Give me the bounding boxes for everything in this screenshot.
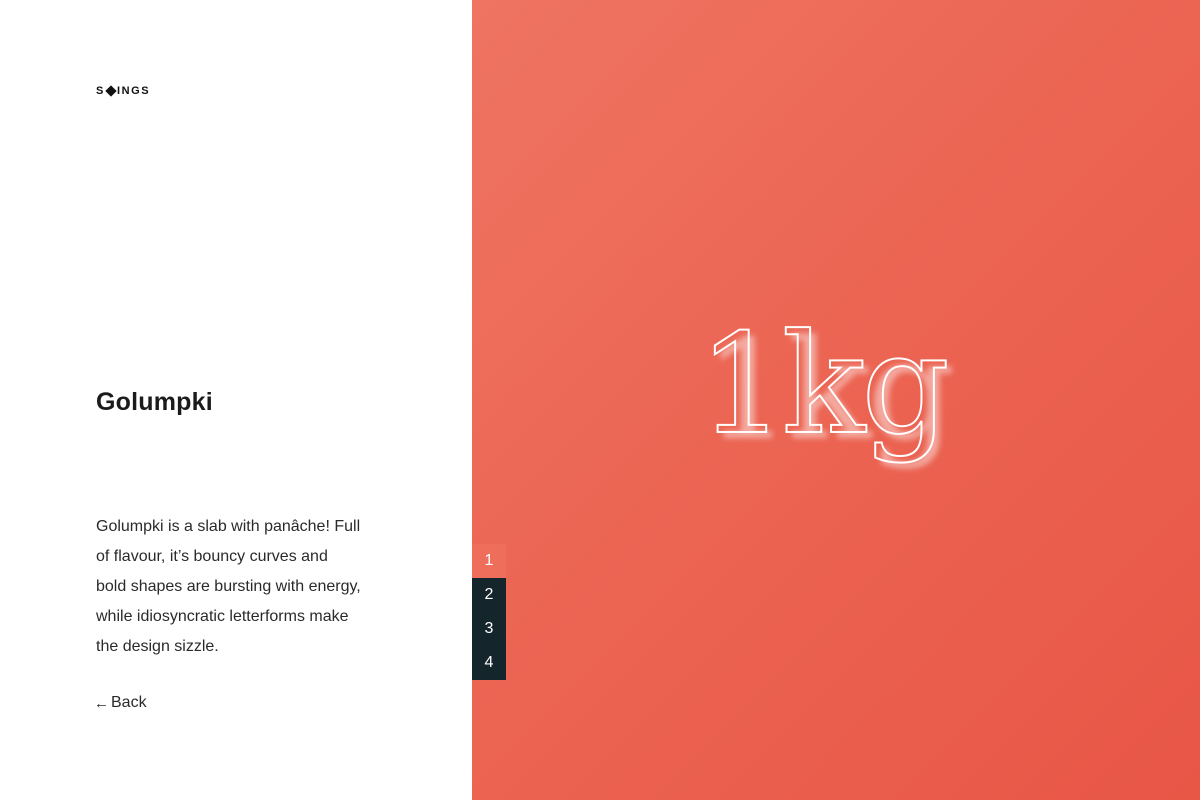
- arrow-left-icon: ←: [94, 694, 109, 712]
- info-panel: S INGS Golumpki Golumpki is a slab with …: [0, 0, 472, 800]
- pager-item-2[interactable]: 2: [472, 578, 506, 612]
- back-label: Back: [111, 694, 147, 711]
- font-title: Golumpki: [96, 388, 213, 416]
- specimen-panel: 1kg: [472, 0, 1200, 800]
- pager-item-3[interactable]: 3: [472, 612, 506, 646]
- logo[interactable]: S INGS: [96, 84, 150, 98]
- description-line: the design sizzle.: [96, 638, 219, 655]
- logo-text-right: INGS: [116, 85, 151, 97]
- pager-item-1[interactable]: 1: [472, 544, 506, 578]
- font-detail-page: S INGS Golumpki Golumpki is a slab with …: [0, 0, 1200, 800]
- logo-text-left: S: [96, 85, 105, 97]
- specimen-text: 1kg: [697, 304, 951, 465]
- description-line: of flavour, it’s bouncy curves and: [96, 548, 328, 565]
- back-link[interactable]: ← Back: [94, 694, 147, 712]
- description-line: Golumpki is a slab with panâche! Full: [96, 518, 361, 535]
- pager-item-4[interactable]: 4: [472, 646, 506, 680]
- diamond-icon: [105, 85, 117, 97]
- description-line: bold shapes are bursting with energy,: [96, 578, 361, 595]
- description-line: while idiosyncratic letterforms make: [96, 608, 349, 625]
- font-description: Golumpki is a slab with panâche! Full of…: [96, 512, 396, 662]
- slide-pager: 1 2 3 4: [472, 544, 506, 680]
